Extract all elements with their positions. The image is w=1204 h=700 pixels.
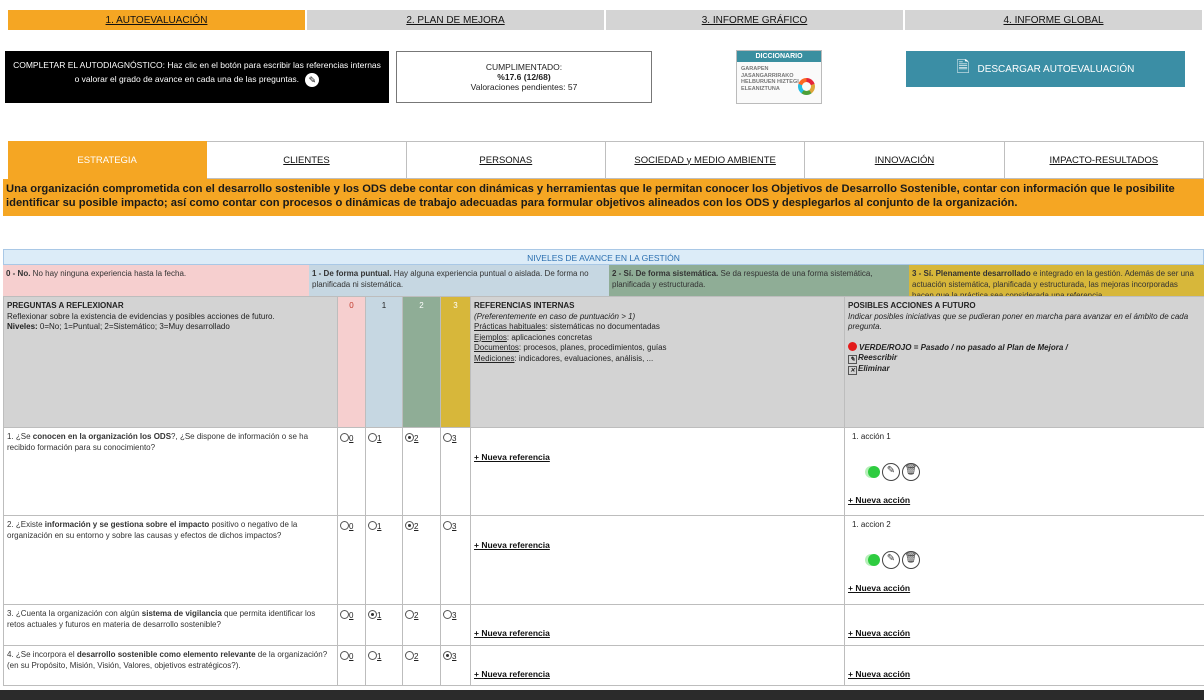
red-dot-icon — [848, 341, 857, 351]
tab-plan-de-mejora[interactable]: 2. PLAN DE MEJORA — [307, 10, 606, 30]
radio-q4-1[interactable]: 1 — [365, 645, 403, 686]
question-4: 4. ¿Se incorpora el desarrollo sostenibl… — [3, 645, 338, 686]
document-icon: 🗎 — [956, 58, 970, 76]
question-2: 2. ¿Existe información y se gestiona sob… — [3, 515, 338, 605]
radio-q4-0[interactable]: 0 — [337, 645, 366, 686]
references-cell: + Nueva referencia — [470, 515, 845, 605]
references-cell: + Nueva referencia — [470, 645, 845, 686]
pencil-icon[interactable]: ✎ — [882, 550, 900, 569]
radio-q3-1[interactable]: 1 — [365, 604, 403, 646]
actions-cell: 1. acción 1 ✎ 🗑 + Nueva acción — [844, 427, 1204, 516]
questions-table: PREGUNTAS A REFLEXIONAR Reflexionar sobr… — [3, 296, 1204, 686]
actions-cell: + Nueva acción — [844, 645, 1204, 686]
sdg-wheel-icon — [798, 78, 815, 95]
new-reference-link[interactable]: + Nueva referencia — [474, 540, 550, 550]
levels-panel: NIVELES DE AVANCE EN LA GESTIÓN 0 - No. … — [3, 249, 1204, 301]
radio-q1-2[interactable]: 2 — [402, 427, 441, 516]
dictionary-text: GARAPEN JASANGARRIRAKO HELBURUEN HIZTEGI… — [741, 66, 799, 92]
radio-q3-3[interactable]: 3 — [440, 604, 471, 646]
references-cell: + Nueva referencia — [470, 427, 845, 516]
action-item: 1. acción 1 — [852, 432, 891, 441]
question-3: 3. ¿Cuenta la organización con algún sis… — [3, 604, 338, 646]
instructions-box: COMPLETAR EL AUTODIAGNÓSTICO: Haz clic e… — [5, 51, 389, 103]
tab-impacto[interactable]: IMPACTO-RESULTADOS — [1004, 141, 1204, 179]
dictionary-title: DICCIONARIO — [737, 51, 821, 62]
dictionary-logo[interactable]: DICCIONARIO GARAPEN JASANGARRIRAKO HELBU… — [736, 50, 822, 104]
tab-clientes[interactable]: CLIENTES — [207, 141, 407, 179]
pending-count: Valoraciones pendientes: 57 — [470, 82, 578, 92]
radio-q2-1[interactable]: 1 — [365, 515, 403, 605]
table-row: 4. ¿Se incorpora el desarrollo sostenibl… — [3, 645, 1204, 686]
pencil-icon[interactable]: ✎ — [305, 72, 320, 87]
new-action-link[interactable]: + Nueva acción — [848, 669, 910, 679]
trash-icon[interactable]: 🗑 — [902, 550, 920, 569]
pencil-icon[interactable]: ✎ — [882, 462, 900, 481]
radio-q2-2[interactable]: 2 — [402, 515, 441, 605]
top-nav: 1. AUTOEVALUACIÓN 2. PLAN DE MEJORA 3. I… — [8, 10, 1204, 30]
levels-title: NIVELES DE AVANCE EN LA GESTIÓN — [3, 249, 1204, 265]
radio-q3-2[interactable]: 2 — [402, 604, 441, 646]
progress-value: %17.6 (12/68) — [497, 72, 551, 82]
actions-header: POSIBLES ACCIONES A FUTURO Indicar posib… — [844, 296, 1204, 428]
trash-icon[interactable]: 🗑 — [902, 462, 920, 481]
table-row: 1. ¿Se conocen en la organización los OD… — [3, 427, 1204, 516]
question-1: 1. ¿Se conocen en la organización los OD… — [3, 427, 338, 516]
tab-personas[interactable]: PERSONAS — [406, 141, 606, 179]
instructions-text: COMPLETAR EL AUTODIAGNÓSTICO: Haz clic e… — [13, 60, 381, 84]
new-action-link[interactable]: + Nueva acción — [848, 628, 910, 638]
radio-q4-3[interactable]: 3 — [440, 645, 471, 686]
tab-informe-grafico[interactable]: 3. INFORME GRÁFICO — [606, 10, 905, 30]
new-action-link[interactable]: + Nueva acción — [848, 495, 910, 505]
tab-estrategia[interactable]: ESTRATEGIA — [8, 141, 208, 179]
radio-q4-2[interactable]: 2 — [402, 645, 441, 686]
download-button[interactable]: 🗎 DESCARGAR AUTOEVALUACIÓN — [906, 51, 1185, 87]
questions-header: PREGUNTAS A REFLEXIONAR Reflexionar sobr… — [3, 296, 338, 428]
progress-box: CUMPLIMENTADO: %17.6 (12/68) Valoracione… — [396, 51, 652, 103]
pencil-icon: ✎ — [848, 355, 857, 364]
radio-q3-0[interactable]: 0 — [337, 604, 366, 646]
tab-innovacion[interactable]: INNOVACIÓN — [805, 141, 1005, 179]
category-description: Una organización comprometida con el des… — [3, 179, 1204, 216]
table-row: 2. ¿Existe información y se gestiona sob… — [3, 515, 1204, 605]
radio-q1-1[interactable]: 1 — [365, 427, 403, 516]
bottom-overlay — [0, 690, 1204, 700]
references-header: REFERENCIAS INTERNAS (Preferentemente en… — [470, 296, 845, 428]
new-reference-link[interactable]: + Nueva referencia — [474, 628, 550, 638]
references-cell: + Nueva referencia — [470, 604, 845, 646]
download-label: DESCARGAR AUTOEVALUACIÓN — [977, 63, 1135, 75]
category-tabs: ESTRATEGIA CLIENTES PERSONAS SOCIEDAD y … — [8, 141, 1204, 179]
green-status-icon[interactable] — [868, 465, 880, 478]
new-reference-link[interactable]: + Nueva referencia — [474, 452, 550, 462]
progress-label: CUMPLIMENTADO: — [485, 62, 563, 72]
table-header: PREGUNTAS A REFLEXIONAR Reflexionar sobr… — [3, 296, 1204, 428]
new-action-link[interactable]: + Nueva acción — [848, 583, 910, 593]
table-row: 3. ¿Cuenta la organización con algún sis… — [3, 604, 1204, 646]
score-header-1: 1 — [365, 296, 403, 428]
new-reference-link[interactable]: + Nueva referencia — [474, 669, 550, 679]
action-item: 1. accion 2 — [852, 520, 891, 529]
radio-q2-0[interactable]: 0 — [337, 515, 366, 605]
tab-autoevaluacion[interactable]: 1. AUTOEVALUACIÓN — [8, 10, 307, 30]
green-status-icon[interactable] — [868, 553, 880, 566]
score-header-3: 3 — [440, 296, 471, 428]
radio-q1-0[interactable]: 0 — [337, 427, 366, 516]
actions-cell: + Nueva acción — [844, 604, 1204, 646]
tab-sociedad[interactable]: SOCIEDAD y MEDIO AMBIENTE — [605, 141, 806, 179]
score-header-2: 2 — [402, 296, 441, 428]
actions-cell: 1. accion 2 ✎ 🗑 + Nueva acción — [844, 515, 1204, 605]
trash-icon: ✕ — [848, 366, 857, 375]
tab-informe-global[interactable]: 4. INFORME GLOBAL — [905, 10, 1204, 30]
score-header-0: 0 — [337, 296, 366, 428]
radio-q2-3[interactable]: 3 — [440, 515, 471, 605]
radio-q1-3[interactable]: 3 — [440, 427, 471, 516]
